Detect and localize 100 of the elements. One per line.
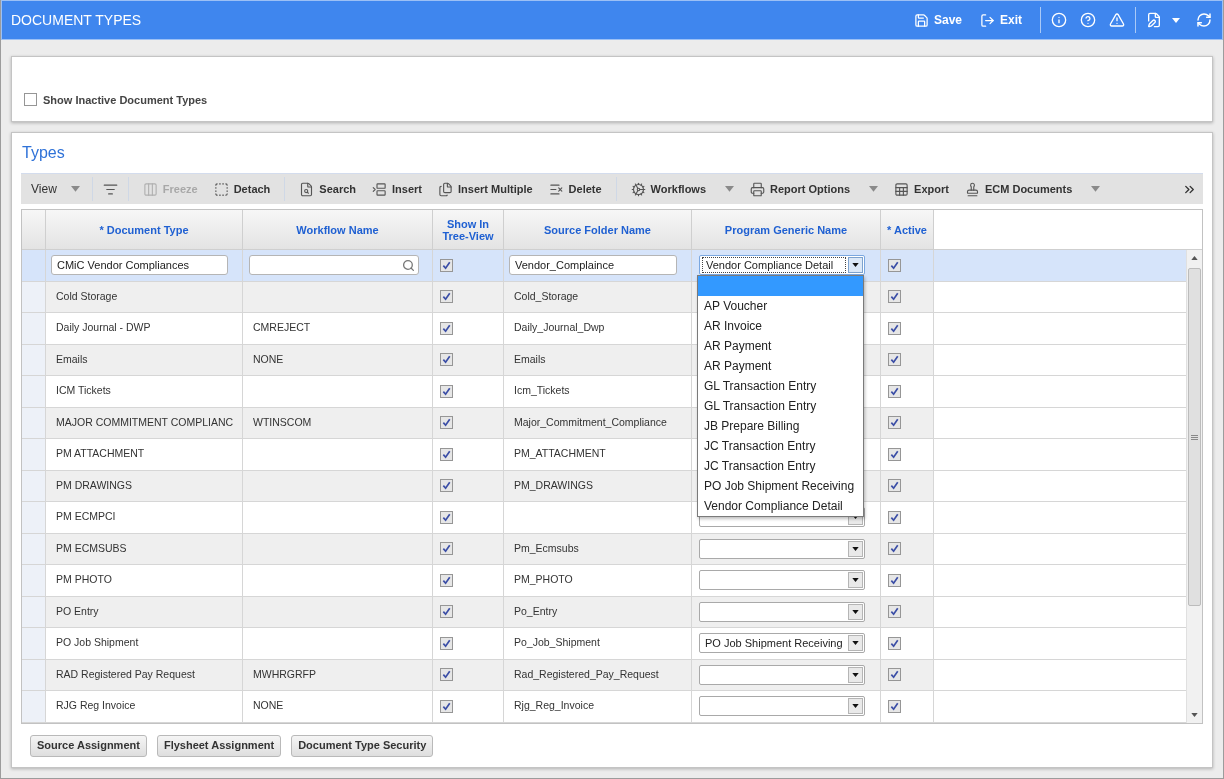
workflow-search-field[interactable]: [249, 255, 419, 276]
checkbox[interactable]: [888, 479, 901, 493]
action-button[interactable]: Flysheet Assignment: [156, 734, 282, 757]
search-icon[interactable]: [402, 258, 415, 272]
info-icon[interactable]: [1051, 12, 1067, 28]
caret-icon[interactable]: [848, 257, 863, 274]
checkbox[interactable]: [888, 605, 901, 619]
insert-row-icon: [372, 181, 388, 197]
checkbox[interactable]: [24, 93, 37, 107]
toolbar-menu-button[interactable]: ECM Documents: [956, 180, 1109, 198]
action-button[interactable]: Source Assignment: [30, 734, 147, 757]
row-header-cell: [22, 502, 46, 533]
checkbox[interactable]: [440, 668, 453, 682]
table-row[interactable]: PM PHOTO PM_PHOTO: [22, 565, 1186, 597]
edit-document-icon[interactable]: [1146, 12, 1162, 28]
checkbox[interactable]: [440, 573, 453, 587]
column-header[interactable]: Workflow Name: [243, 210, 433, 250]
save-icon: [913, 12, 929, 28]
checkbox[interactable]: [440, 699, 453, 713]
checkbox[interactable]: [888, 416, 901, 430]
table-row[interactable]: RJG Reg Invoice NONE Rjg_Reg_Invoice: [22, 691, 1186, 723]
toolbar-button[interactable]: Insert Multiple: [430, 180, 541, 198]
caret-icon[interactable]: [848, 540, 863, 557]
document-type-input[interactable]: CMiC Vendor Compliances: [51, 255, 228, 276]
program-select[interactable]: Vendor Compliance Detail: [699, 255, 865, 276]
view-menu-button[interactable]: View: [25, 180, 86, 198]
table-row[interactable]: PO Entry Po_Entry: [22, 596, 1186, 628]
gear-icon: [630, 181, 646, 197]
toolbar-menu-button[interactable]: Report Options: [742, 180, 887, 198]
checkbox[interactable]: [440, 479, 453, 493]
table-cell-text: NONE: [252, 698, 284, 714]
checkbox[interactable]: [440, 636, 453, 650]
caret-icon[interactable]: [848, 666, 863, 683]
caret-icon[interactable]: [848, 698, 863, 715]
save-button[interactable]: Save: [913, 11, 962, 29]
checkbox[interactable]: [888, 699, 901, 713]
checkbox[interactable]: [888, 668, 901, 682]
table-cell-text: PM_DRAWINGS: [513, 477, 593, 493]
checkbox[interactable]: [440, 384, 453, 398]
checkbox[interactable]: [440, 290, 453, 304]
toolbar-button[interactable]: Export: [886, 180, 957, 198]
column-header[interactable]: Show In Tree-View: [433, 210, 504, 250]
help-icon[interactable]: [1080, 12, 1096, 28]
toolbar-menu-button[interactable]: Workflows: [622, 180, 743, 198]
table-cell-text: Daily Journal - DWP: [55, 320, 151, 336]
column-header[interactable]: * Active: [881, 210, 934, 250]
table-cell-text: PM_ATTACHMENT: [513, 446, 606, 462]
checkbox[interactable]: [440, 510, 453, 524]
checkbox[interactable]: [888, 321, 901, 335]
row-header-cell: [22, 313, 46, 344]
table-row[interactable]: RAD Registered Pay Request MWHRGRFP Rad_Registered_Pay_Request: [22, 659, 1186, 691]
up-arrow-icon[interactable]: [1191, 255, 1198, 260]
column-header[interactable]: Source Folder Name: [504, 210, 692, 250]
column-header[interactable]: Program Generic Name: [692, 210, 881, 250]
source-folder-input[interactable]: Vendor_Complaince: [509, 255, 677, 276]
dropdown-option[interactable]: JB Prepare Billing: [698, 416, 863, 437]
table-row[interactable]: PM ECMSUBS Pm_Ecmsubs: [22, 533, 1186, 565]
toolbar-button[interactable]: Detach: [205, 180, 279, 198]
dropdown-option[interactable]: PO Job Shipment Receiving: [698, 476, 863, 497]
caret-icon[interactable]: [848, 635, 863, 652]
checkbox[interactable]: [888, 384, 901, 398]
checkbox[interactable]: [888, 353, 901, 367]
caret-icon[interactable]: [848, 572, 863, 589]
checkbox[interactable]: [888, 290, 901, 304]
dropdown-option[interactable]: JC Transaction Entry: [698, 436, 863, 457]
checkbox[interactable]: [888, 258, 901, 272]
window-title: DOCUMENT TYPES: [11, 10, 142, 30]
caret-icon[interactable]: [848, 603, 863, 620]
checkbox[interactable]: [888, 510, 901, 524]
checkbox[interactable]: [440, 416, 453, 430]
checkbox[interactable]: [888, 542, 901, 556]
checkbox[interactable]: [888, 447, 901, 461]
checkbox[interactable]: [440, 353, 453, 367]
table-row[interactable]: PO Job Shipment Po_Job_Shipment PO Job Shipment Receiving: [22, 628, 1186, 660]
column-header[interactable]: * Document Type: [46, 210, 243, 250]
checkbox[interactable]: [440, 447, 453, 461]
exit-button[interactable]: Exit: [980, 11, 1022, 29]
scrollbar-thumb[interactable]: [1188, 268, 1201, 606]
refresh-icon[interactable]: [1196, 12, 1212, 28]
checkbox[interactable]: [440, 605, 453, 619]
checkbox[interactable]: [888, 573, 901, 587]
vertical-scrollbar[interactable]: [1186, 250, 1202, 723]
toolbar-button[interactable]: Search: [291, 180, 365, 198]
checkbox[interactable]: [440, 321, 453, 335]
dropdown-option[interactable]: AR Invoice: [698, 316, 863, 337]
warning-icon[interactable]: [1109, 12, 1125, 28]
program-select[interactable]: PO Job Shipment Receiving: [699, 633, 865, 654]
row-header-cell: [22, 565, 46, 596]
toolbar-button[interactable]: Insert: [364, 180, 430, 198]
dropdown-option[interactable]: GL Transaction Entry: [698, 376, 863, 397]
checkbox[interactable]: [888, 636, 901, 650]
checkbox[interactable]: [440, 258, 453, 272]
table-cell-text: Emails: [55, 351, 88, 367]
toolbar-button[interactable]: Delete: [540, 180, 610, 198]
action-button[interactable]: Document Type Security: [291, 734, 434, 757]
down-arrow-icon[interactable]: [1191, 713, 1198, 717]
checkbox[interactable]: [440, 542, 453, 556]
dropdown-option[interactable]: AR Payment: [698, 356, 863, 377]
row-header-cell: [22, 210, 46, 250]
row-header-cell: [22, 376, 46, 407]
